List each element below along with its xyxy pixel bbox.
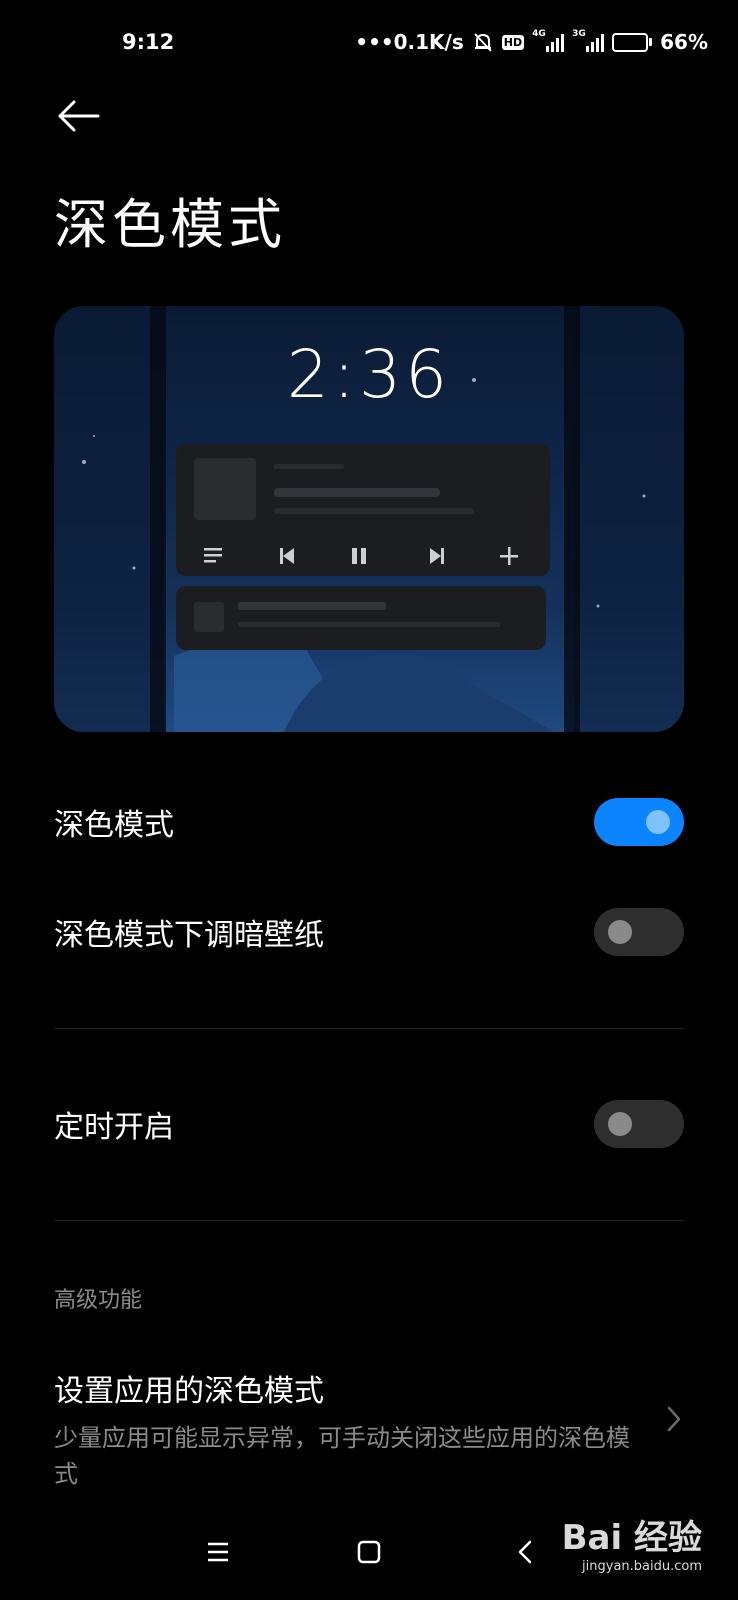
dim-wallpaper-label: 深色模式下调暗壁纸	[54, 918, 324, 953]
watermark-brand: Bai 经验	[561, 1518, 702, 1558]
app-dark-mode-title: 设置应用的深色模式	[54, 1374, 324, 1409]
status-icons: •••0.1K/s HD 4G 3G 66%	[355, 29, 708, 54]
hd-badge: HD	[501, 34, 525, 50]
status-bar: 9:12 •••0.1K/s HD 4G 3G 66%	[0, 26, 738, 62]
scheduled-label: 定时开启	[54, 1110, 174, 1145]
signal-icon-1: 4G	[532, 29, 565, 52]
dim-wallpaper-row[interactable]: 深色模式下调暗壁纸	[54, 908, 684, 956]
back-chevron-icon[interactable]	[506, 1532, 546, 1572]
home-icon[interactable]	[349, 1532, 389, 1572]
battery-icon	[612, 32, 653, 52]
dark-mode-settings-screen: 9:12 •••0.1K/s HD 4G 3G 66% 深色模式 2:36 深色…	[0, 0, 738, 1600]
scheduled-row[interactable]: 定时开启	[54, 1100, 684, 1148]
app-dark-mode-item[interactable]: 设置应用的深色模式 少量应用可能显示异常，可手动关闭这些应用的深色模式	[54, 1366, 684, 1492]
dark-mode-toggle[interactable]	[594, 798, 684, 846]
advanced-section-label: 高级功能	[54, 1288, 143, 1313]
watermark-url: jingyan.baidu.com	[582, 1559, 702, 1574]
dark-mode-row[interactable]: 深色模式	[54, 798, 684, 846]
menu-icon[interactable]	[198, 1532, 238, 1572]
dim-wallpaper-toggle[interactable]	[594, 908, 684, 956]
dark-mode-label: 深色模式	[54, 808, 174, 843]
signal-icon-2: 3G	[572, 29, 605, 52]
divider	[54, 1028, 684, 1029]
arrow-left-icon[interactable]	[54, 96, 104, 136]
chevron-right-icon	[667, 1406, 681, 1432]
navigation-bar: Bai 经验 jingyan.baidu.com	[0, 1510, 738, 1600]
battery-percent: 66%	[660, 30, 708, 54]
app-dark-mode-description: 少量应用可能显示异常，可手动关闭这些应用的深色模式	[54, 1424, 630, 1488]
page-title: 深色模式	[54, 193, 286, 256]
preview-clock: 2:36	[286, 336, 452, 413]
divider	[54, 1220, 684, 1221]
scheduled-toggle[interactable]	[594, 1100, 684, 1148]
network-speed: •••0.1K/s	[355, 30, 464, 54]
mute-bell-icon	[474, 33, 492, 52]
status-time: 9:12	[122, 30, 175, 54]
baidu-watermark: Bai 经验 jingyan.baidu.com	[562, 1510, 702, 1574]
dark-mode-preview: 2:36	[54, 306, 684, 732]
